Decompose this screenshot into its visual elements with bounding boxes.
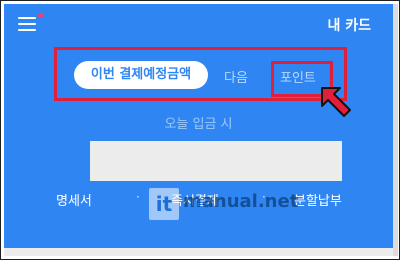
tab-next[interactable]: 다음	[224, 67, 248, 86]
notification-dot-icon	[38, 13, 43, 18]
hamburger-menu-icon[interactable]	[18, 17, 36, 31]
screenshot-frame: 내 카드 이번 결제예정금액 다음 포인트 오늘 입금 시 명세서 · 즉시결제…	[0, 0, 400, 260]
watermark-logo: it	[149, 188, 179, 220]
app-screen: 내 카드 이번 결제예정금액 다음 포인트 오늘 입금 시 명세서 · 즉시결제…	[4, 4, 393, 248]
amount-box	[90, 141, 342, 181]
watermark: it manual.net	[149, 188, 298, 224]
deposit-label: 오늘 입금 시	[164, 117, 233, 132]
statement-button[interactable]: 명세서	[56, 190, 92, 209]
bottom-bar	[4, 248, 393, 256]
separator-dot: ·	[136, 190, 140, 204]
right-gutter	[393, 4, 398, 256]
tab-this-billing[interactable]: 이번 결제예정금액	[74, 61, 208, 89]
page-title: 내 카드	[327, 18, 371, 34]
installment-button[interactable]: 분할납부	[294, 190, 342, 209]
watermark-text: manual.net	[183, 191, 299, 212]
